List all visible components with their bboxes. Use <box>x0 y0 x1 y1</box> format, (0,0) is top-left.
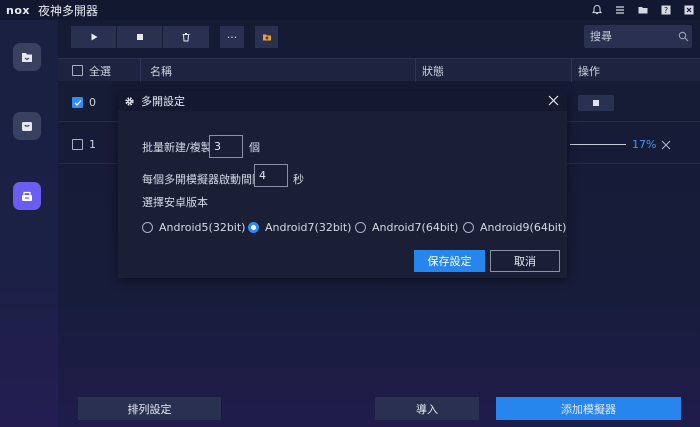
radio-label: Android9(64bit) <box>480 221 567 234</box>
dialog-title: 多開設定 <box>141 95 185 108</box>
search-input[interactable] <box>590 30 674 43</box>
batch-unit: 個 <box>249 141 260 154</box>
sidebar-item-store[interactable] <box>13 112 41 140</box>
add-emulator-button[interactable]: 添加模擬器 <box>496 397 681 420</box>
row-select[interactable]: 0 <box>72 96 96 109</box>
row-select[interactable]: 1 <box>72 138 96 151</box>
import-folder-button[interactable] <box>255 26 278 48</box>
more-button[interactable]: ··· <box>220 26 244 48</box>
sidebar-item-multi-instance[interactable] <box>13 182 41 210</box>
select-all-label: 全選 <box>89 64 111 78</box>
stop-icon <box>136 34 143 40</box>
row-stop-button[interactable] <box>578 95 614 111</box>
progress-percent: 17% <box>632 138 656 151</box>
close-icon[interactable] <box>681 3 696 18</box>
row-index: 0 <box>89 96 96 109</box>
progress-bar <box>570 144 626 145</box>
sidebar <box>0 20 58 427</box>
column-action[interactable]: 操作 <box>578 59 600 82</box>
select-all-checkbox[interactable] <box>72 65 83 76</box>
menu-icon[interactable] <box>612 3 627 18</box>
multi-instance-settings-dialog: 多開設定 批量新建/複製 個 每個多開模擬器啟動間隔 秒 選擇安卓版本 Andr… <box>118 91 567 278</box>
multi-instance-icon <box>22 191 32 201</box>
bell-icon[interactable] <box>589 3 604 18</box>
cancel-progress-icon[interactable] <box>661 140 671 150</box>
select-all[interactable]: 全選 <box>72 59 111 82</box>
stop-icon <box>593 100 599 106</box>
column-divider[interactable] <box>415 59 416 82</box>
row-index: 1 <box>89 138 96 151</box>
dialog-close-icon[interactable] <box>548 95 559 106</box>
store-icon <box>22 122 32 131</box>
delete-button[interactable] <box>163 26 209 48</box>
sidebar-item-emulator[interactable] <box>13 43 41 71</box>
stop-button[interactable] <box>117 26 162 48</box>
interval-input[interactable] <box>254 164 288 187</box>
radio-android5-32[interactable]: Android5(32bit) <box>142 221 245 234</box>
column-status[interactable]: 狀態 <box>422 59 444 82</box>
radio-android9-64[interactable]: Android9(64bit) <box>463 221 566 234</box>
radio-button-selected[interactable] <box>248 222 259 233</box>
radio-label: Android7(64bit) <box>372 221 459 234</box>
arrange-settings-button[interactable]: 排列設定 <box>78 397 221 420</box>
search-icon[interactable] <box>678 31 689 42</box>
row-checkbox[interactable] <box>72 139 83 150</box>
batch-label: 批量新建/複製 <box>142 141 212 154</box>
radio-button[interactable] <box>355 222 366 233</box>
import-button[interactable]: 導入 <box>375 397 479 420</box>
radio-android7-32[interactable]: Android7(32bit) <box>248 221 351 234</box>
start-button[interactable] <box>71 26 116 48</box>
column-name[interactable]: 名稱 <box>150 59 172 82</box>
play-icon <box>91 33 97 41</box>
save-settings-button[interactable]: 保存設定 <box>414 250 485 272</box>
nox-logo: nox <box>6 3 30 17</box>
android-version-label: 選擇安卓版本 <box>142 196 208 209</box>
radio-android7-64[interactable]: Android7(64bit) <box>355 221 458 234</box>
app-title: 夜神多開器 <box>37 3 98 18</box>
folder-icon[interactable] <box>635 3 650 18</box>
help-icon[interactable]: ? <box>658 3 673 18</box>
title-bar: nox 夜神多開器 ? <box>0 0 700 20</box>
folder-import-icon <box>262 34 271 41</box>
trash-icon <box>182 33 190 42</box>
gear-icon <box>125 96 134 106</box>
check-icon <box>74 99 81 106</box>
radio-button[interactable] <box>142 222 153 233</box>
search-box <box>584 25 692 48</box>
interval-unit: 秒 <box>293 173 304 186</box>
progress-text: 17% <box>632 138 657 151</box>
column-divider[interactable] <box>571 59 572 82</box>
cancel-button[interactable]: 取消 <box>490 250 560 272</box>
dialog-header: 多開設定 <box>118 91 567 111</box>
emulator-icon <box>22 53 32 62</box>
radio-label: Android5(32bit) <box>159 221 246 234</box>
row-checkbox-checked[interactable] <box>72 97 83 108</box>
interval-label: 每個多開模擬器啟動間隔 <box>142 173 263 186</box>
radio-label: Android7(32bit) <box>265 221 352 234</box>
table-header: 全選 名稱 狀態 操作 <box>58 58 700 82</box>
radio-button[interactable] <box>463 222 474 233</box>
svg-text:?: ? <box>663 6 667 15</box>
column-divider[interactable] <box>140 59 141 82</box>
batch-count-input[interactable] <box>209 135 243 158</box>
